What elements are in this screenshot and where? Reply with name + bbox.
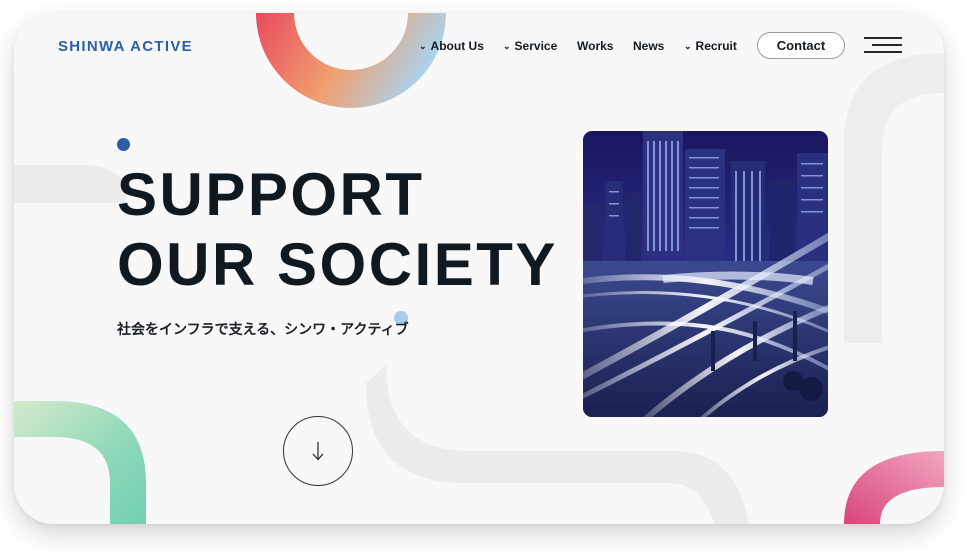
menu-line — [864, 37, 902, 39]
nav-about-us-label: About Us — [430, 39, 484, 53]
ring-shape — [256, 13, 446, 108]
chevron-down-icon: ⌄ — [503, 41, 511, 51]
scroll-down-button[interactable] — [283, 416, 353, 486]
accent-dot — [117, 138, 130, 151]
hero-subcopy: 社会をインフラで支える、シンワ・アクティブ — [117, 321, 409, 337]
headline-line-1: SUPPORT — [117, 161, 425, 228]
green-arc-shape — [14, 401, 146, 524]
grey-band-left — [14, 165, 126, 203]
hero-image — [583, 131, 828, 417]
nav-recruit-label: Recruit — [695, 39, 737, 53]
grey-band-right — [844, 53, 944, 343]
nav-works-label: Works — [577, 39, 614, 53]
menu-line — [864, 51, 902, 53]
page-background: SHINWA ACTIVE ⌄ About Us ⌄ Service Works N… — [0, 0, 978, 558]
nav-recruit[interactable]: ⌄ Recruit — [684, 39, 737, 53]
headline-line-2: OUR SOCIETY — [117, 231, 558, 298]
nav-works[interactable]: Works — [577, 39, 613, 53]
nav-service[interactable]: ⌄ Service — [503, 39, 557, 53]
nav-news[interactable]: News — [633, 39, 664, 53]
contact-button[interactable]: Contact — [757, 32, 845, 59]
chevron-down-icon: ⌄ — [419, 41, 427, 51]
nav-about-us[interactable]: ⌄ About Us — [419, 39, 484, 53]
pink-arc-shape — [844, 451, 944, 524]
chevron-down-icon: ⌄ — [684, 41, 692, 51]
night-city-highway-image — [583, 131, 828, 417]
nav-service-label: Service — [514, 39, 558, 53]
nav-news-label: News — [633, 39, 665, 53]
arrow-down-icon — [312, 442, 324, 461]
hamburger-menu-icon[interactable] — [864, 35, 902, 55]
logo[interactable]: SHINWA ACTIVE — [58, 38, 193, 55]
menu-line — [872, 44, 902, 46]
hero-card: SHINWA ACTIVE ⌄ About Us ⌄ Service Works N… — [14, 13, 944, 524]
